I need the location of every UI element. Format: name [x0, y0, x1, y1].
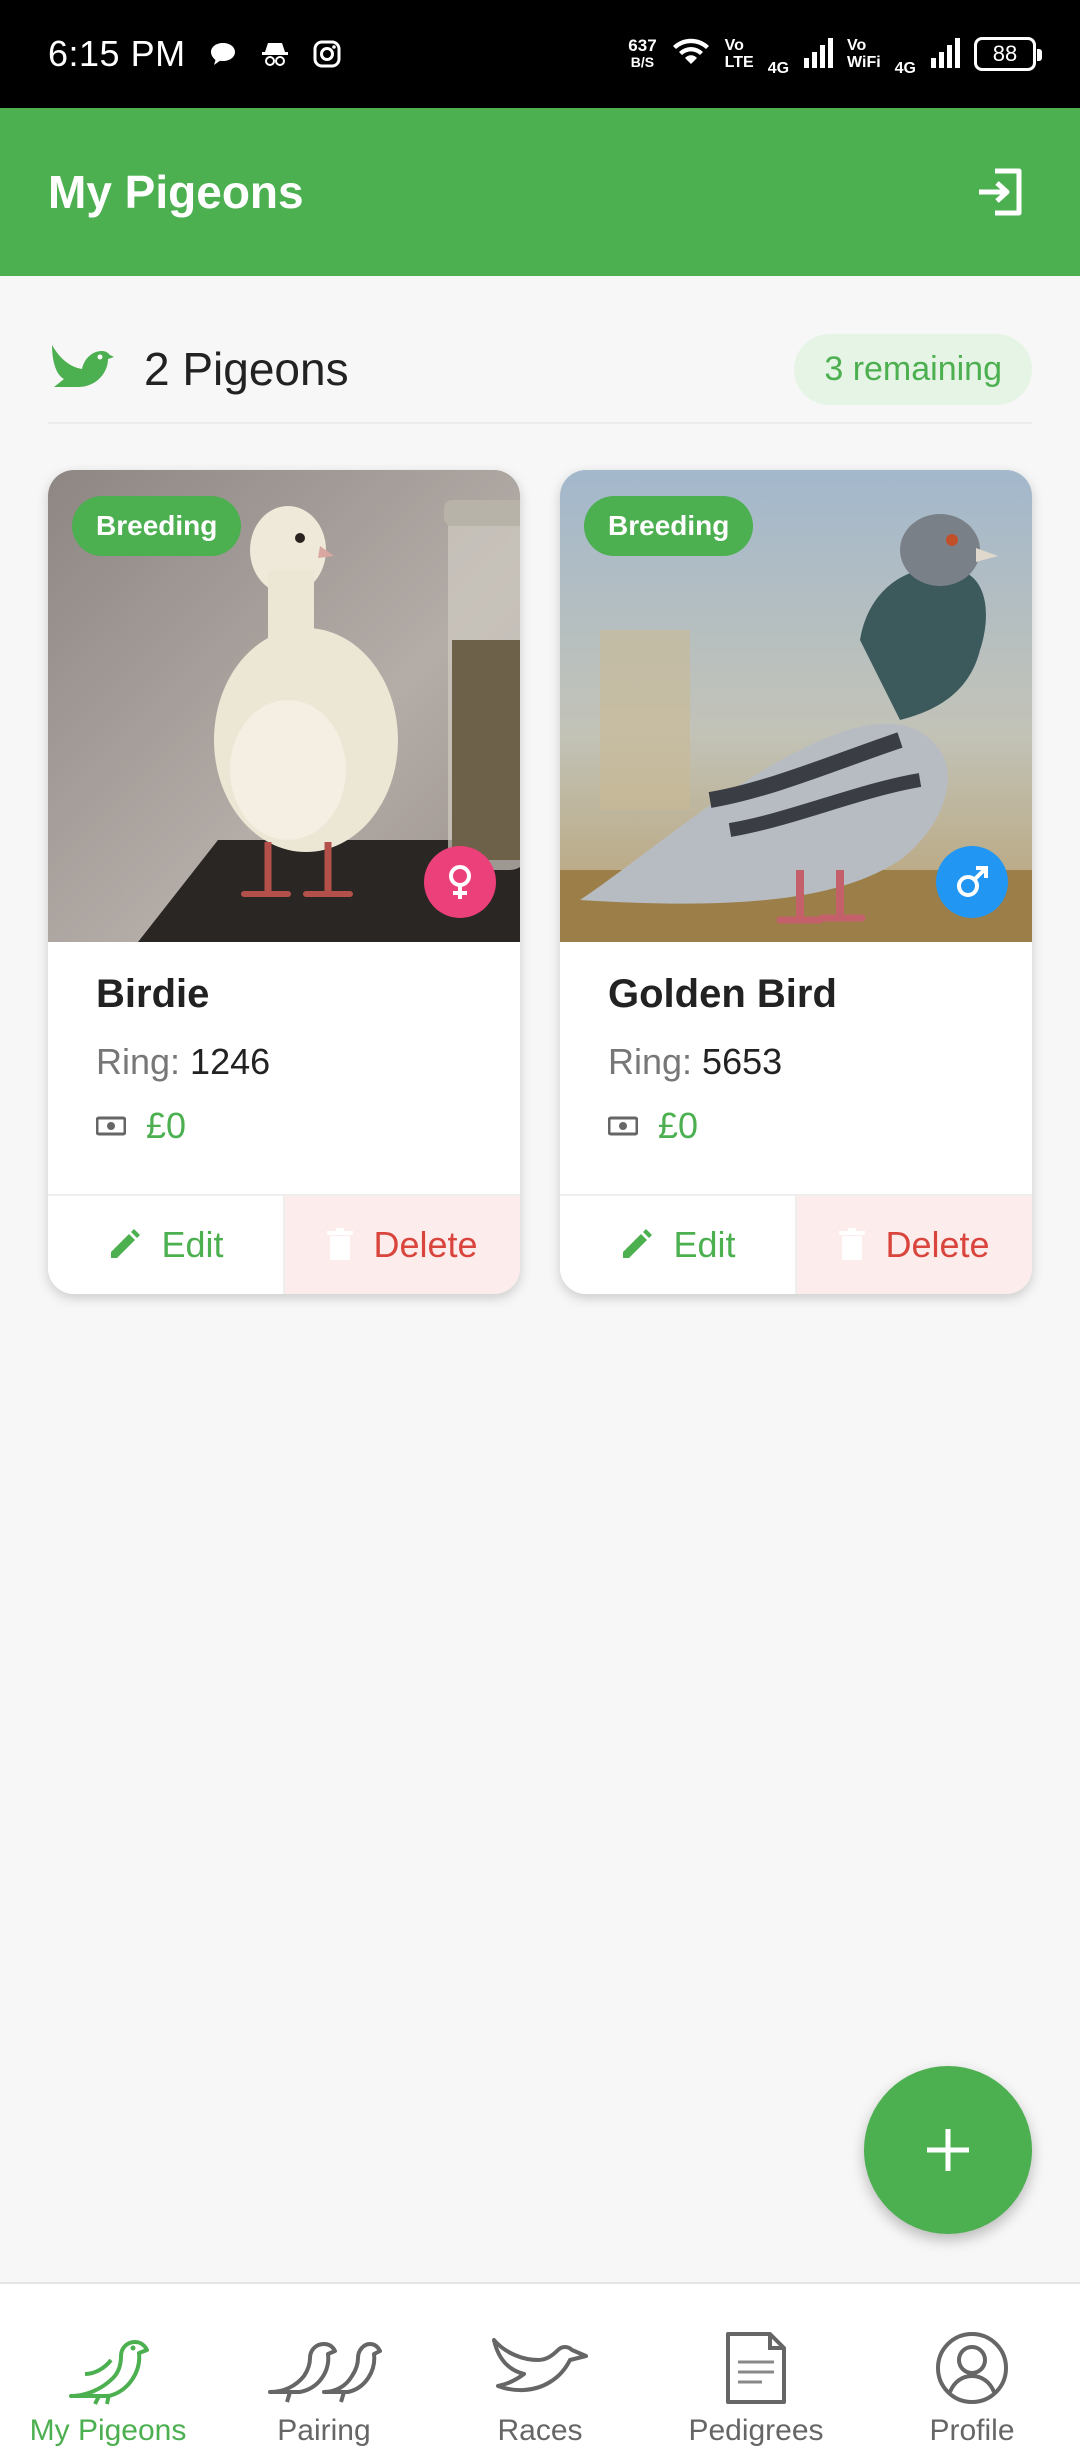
profile-icon: [936, 2332, 1008, 2404]
pigeon-name: Birdie: [96, 972, 210, 1016]
price-info: £0: [608, 1105, 984, 1147]
add-pigeon-button[interactable]: [864, 2066, 1032, 2234]
signal-icon: [803, 36, 834, 73]
ring-label: Ring:: [608, 1041, 693, 1082]
delete-button[interactable]: Delete: [797, 1196, 1032, 1294]
ring-label: Ring:: [96, 1041, 181, 1082]
status-time: 6:15 PM: [48, 33, 186, 74]
pigeon-details: Golden Bird Ring: 5653 £0: [560, 942, 1032, 1194]
nav-label: Pairing: [277, 2414, 371, 2447]
card-actions: Edit Delete: [48, 1194, 520, 1294]
pigeon-card[interactable]: Breeding Golden Bird Ring: 5653 £0 Edit D…: [560, 470, 1032, 1294]
pair-birds-icon: [268, 2342, 382, 2403]
pigeon-details: Birdie Ring: 1246 £0: [48, 942, 520, 1194]
pencil-icon: [623, 1229, 653, 1258]
trash-icon: [839, 1228, 866, 1260]
bird-icon: [69, 2340, 149, 2405]
vowifi-top: Vo: [847, 37, 867, 54]
volte-bottom: LTE: [724, 54, 754, 71]
nav-label: Races: [497, 2414, 583, 2447]
volte-indicator: Vo LTE: [725, 37, 754, 71]
status-badge: Breeding: [72, 496, 242, 556]
chat-icon: [208, 39, 238, 69]
pigeon-summary: 2 Pigeons 3 remaining: [48, 316, 1032, 424]
battery-icon: 88: [974, 37, 1042, 71]
network-type-2: 4G: [894, 60, 916, 77]
vowifi-indicator: Vo WiFi: [847, 37, 881, 71]
vowifi-bottom: WiFi: [847, 54, 881, 71]
nav-label: My Pigeons: [29, 2414, 187, 2447]
pigeon-count: 2 Pigeons: [144, 343, 349, 395]
edit-label: Edit: [673, 1224, 736, 1265]
status-bar: 6:15 PM 637 B/S Vo LTE 4G Vo WiFi 4G 88: [0, 0, 1080, 108]
nav-label: Profile: [929, 2414, 1015, 2447]
price-value: £0: [146, 1105, 187, 1146]
nav-my-pigeons[interactable]: My Pigeons: [0, 2284, 216, 2460]
status-badge: Breeding: [584, 496, 754, 556]
ring-number: 1246: [190, 1041, 271, 1082]
pigeon-card[interactable]: Breeding Birdie Ring: 1246 £0 Edit Delete: [48, 470, 520, 1294]
document-icon: [726, 2332, 786, 2404]
pigeon-photo: Breeding: [560, 470, 1032, 942]
network-speed: 637 B/S: [628, 37, 656, 71]
bird-icon: [52, 345, 114, 387]
bottom-navigation: My Pigeons Pairing Races Pedigrees Profi…: [0, 2282, 1080, 2460]
money-icon: [608, 1116, 638, 1136]
incognito-icon: [260, 39, 290, 69]
remaining-badge: 3 remaining: [794, 333, 1032, 405]
network-type-1: 4G: [767, 60, 790, 77]
signal-icon: [930, 36, 960, 73]
edit-button[interactable]: Edit: [560, 1196, 797, 1294]
female-gender-icon: [424, 846, 496, 918]
wifi-icon: [671, 35, 711, 74]
volte-top: Vo: [724, 37, 744, 54]
pencil-icon: [111, 1229, 141, 1258]
delete-label: Delete: [373, 1224, 478, 1265]
delete-button[interactable]: Delete: [285, 1196, 520, 1294]
trash-icon: [327, 1228, 354, 1260]
app-bar: My Pigeons: [0, 108, 1080, 276]
nav-pedigrees[interactable]: Pedigrees: [648, 2284, 864, 2460]
price-value: £0: [658, 1105, 699, 1146]
nav-pairing[interactable]: Pairing: [216, 2284, 432, 2460]
nav-label: Pedigrees: [688, 2414, 824, 2447]
login-button[interactable]: [968, 160, 1032, 224]
nav-profile[interactable]: Profile: [864, 2284, 1080, 2460]
money-icon: [96, 1116, 126, 1136]
ring-info: Ring: 1246: [96, 1041, 472, 1083]
plus-icon: [927, 2129, 969, 2171]
price-info: £0: [96, 1105, 472, 1147]
edit-label: Edit: [161, 1224, 224, 1265]
nav-races[interactable]: Races: [432, 2284, 648, 2460]
pigeon-photo: Breeding: [48, 470, 520, 942]
login-icon: [979, 168, 1022, 216]
male-gender-icon: [936, 846, 1008, 918]
dove-icon: [492, 2338, 588, 2393]
battery-level: 88: [992, 41, 1018, 66]
delete-label: Delete: [885, 1224, 990, 1265]
speed-value: 637: [628, 36, 657, 55]
edit-button[interactable]: Edit: [48, 1196, 285, 1294]
instagram-icon: [312, 39, 342, 69]
ring-number: 5653: [702, 1041, 783, 1082]
speed-unit: B/S: [630, 54, 655, 70]
card-actions: Edit Delete: [560, 1194, 1032, 1294]
page-title: My Pigeons: [48, 166, 304, 218]
ring-info: Ring: 5653: [608, 1041, 984, 1083]
pigeon-name: Golden Bird: [608, 972, 837, 1016]
